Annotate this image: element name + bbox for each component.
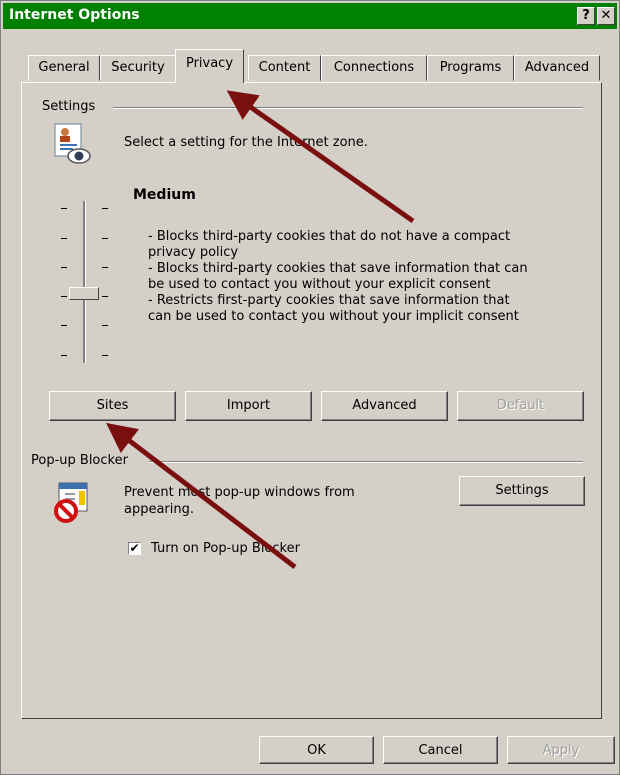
arrow-to-privacy-tab [226, 90, 415, 224]
arrow-to-sites-button [106, 422, 297, 569]
tab-privacy[interactable]: Privacy [175, 49, 244, 83]
annotation-arrows [106, 90, 415, 569]
internet-options-window: Internet Options ? ✕ General Security Pr… [0, 0, 620, 775]
